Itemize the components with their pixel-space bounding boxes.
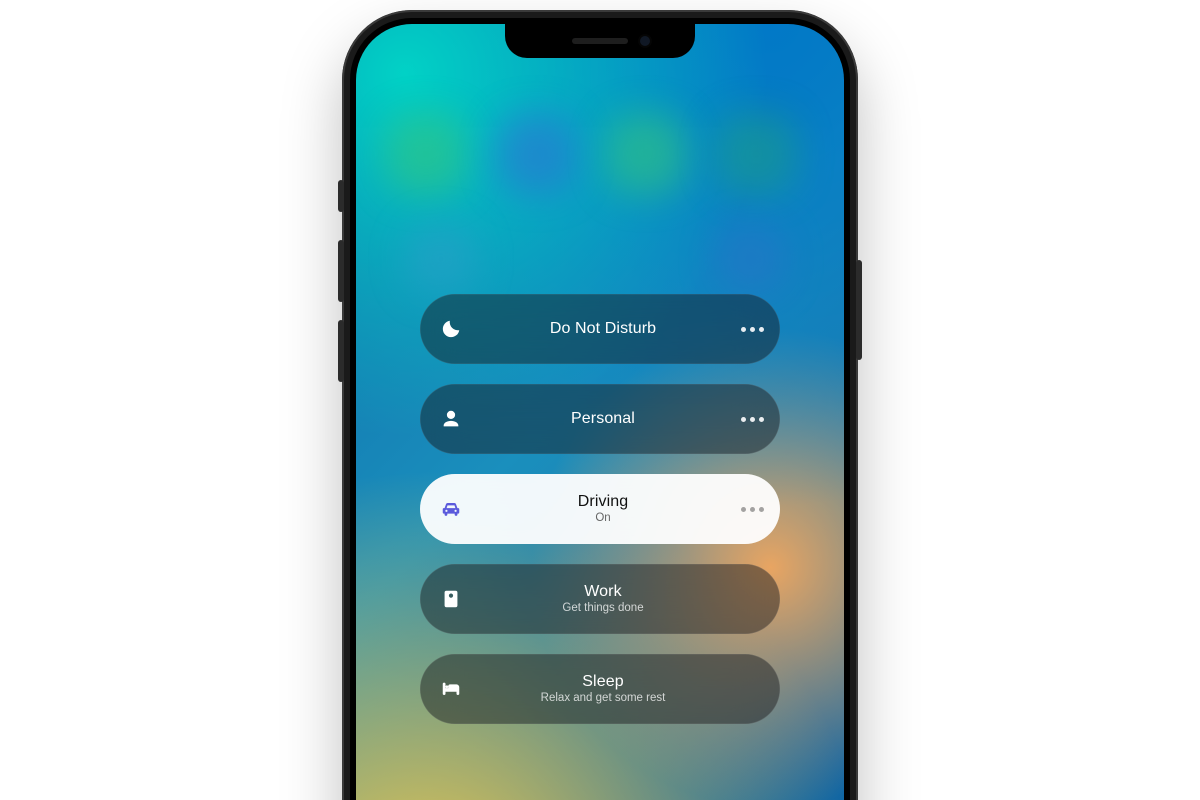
volume-up-button[interactable] [338,240,344,302]
focus-text: Driving On [482,493,724,525]
bg-blur-app [716,224,786,294]
stage: Do Not Disturb Personal [0,0,1200,800]
iphone-bezel: Do Not Disturb Personal [350,18,850,800]
iphone-device-frame: Do Not Disturb Personal [342,10,858,800]
focus-pill-personal[interactable]: Personal [420,384,780,454]
focus-pill-dnd[interactable]: Do Not Disturb [420,294,780,364]
focus-pill-work[interactable]: Work Get things done [420,564,780,634]
ellipsis-icon [741,507,764,512]
bg-blur-app [716,114,796,194]
focus-label: Personal [571,410,635,428]
focus-subtitle: On [595,512,610,525]
bg-blur-app [386,114,466,194]
more-button[interactable] [724,327,780,332]
focus-text: Personal [482,410,724,428]
bg-blur-app [406,224,476,294]
mute-switch[interactable] [338,180,344,212]
bg-blur-app [606,114,686,194]
focus-pill-sleep[interactable]: Sleep Relax and get some rest [420,654,780,724]
focus-text: Work Get things done [482,583,724,615]
ellipsis-icon [741,417,764,422]
earpiece-speaker [572,38,628,44]
focus-text: Do Not Disturb [482,320,724,338]
more-button[interactable] [724,417,780,422]
focus-label: Do Not Disturb [550,320,656,338]
volume-down-button[interactable] [338,320,344,382]
focus-subtitle: Relax and get some rest [541,692,666,705]
ellipsis-icon [741,327,764,332]
bg-blur-app [496,114,576,194]
bed-icon [420,678,482,700]
iphone-notch [505,24,695,58]
focus-label: Work [584,583,621,601]
side-button[interactable] [856,260,862,360]
focus-label: Sleep [582,673,623,691]
car-icon [420,498,482,520]
focus-subtitle: Get things done [562,602,643,615]
focus-pill-driving[interactable]: Driving On [420,474,780,544]
focus-label: Driving [578,493,629,511]
person-icon [420,408,482,430]
badge-icon [420,588,482,610]
more-button[interactable] [724,507,780,512]
front-camera [640,36,650,46]
focus-mode-list: Do Not Disturb Personal [420,294,780,724]
iphone-screen: Do Not Disturb Personal [356,24,844,800]
focus-text: Sleep Relax and get some rest [482,673,724,705]
moon-icon [420,318,482,340]
